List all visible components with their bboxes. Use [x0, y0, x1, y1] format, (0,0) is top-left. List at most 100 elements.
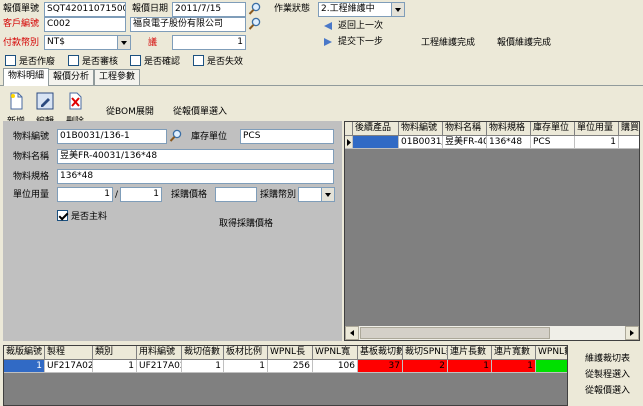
column-header[interactable]: 庫存單位: [531, 122, 575, 136]
checkbox-label: 是否確認: [144, 57, 181, 67]
status-label: 作業狀態: [274, 4, 311, 14]
back-link[interactable]: 返回上一次: [338, 20, 383, 32]
material-no-field[interactable]: 01B0031/136-1: [57, 129, 167, 144]
table-cell[interactable]: 256: [268, 360, 313, 373]
scroll-left-button[interactable]: [345, 326, 359, 340]
from-quote-link[interactable]: 從報價選入: [585, 383, 630, 396]
tab-engineering-params[interactable]: 工程參數: [94, 69, 141, 85]
tab-quote-analysis[interactable]: 報價分析: [48, 69, 95, 85]
edit-icon: [36, 92, 54, 110]
table-cell[interactable]: 136*48: [487, 136, 531, 149]
case-field[interactable]: 1: [172, 35, 246, 50]
column-header[interactable]: WPNL寬: [313, 346, 358, 360]
table-cell[interactable]: 1: [4, 360, 45, 373]
delete-icon: [69, 92, 82, 110]
purchase-price-field[interactable]: [215, 187, 257, 202]
customer-name-field[interactable]: 福良電子股份有限公司: [130, 17, 246, 32]
table-cell[interactable]: UF217A024: [45, 360, 93, 373]
table-cell[interactable]: 1: [93, 360, 137, 373]
purchase-currency-label: 採購幣別: [260, 190, 297, 200]
void-checkbox[interactable]: 是否作廢: [5, 54, 55, 67]
checkbox-box[interactable]: [57, 210, 68, 221]
column-header[interactable]: 裁切倍數: [182, 346, 224, 360]
table-cell[interactable]: [619, 136, 639, 149]
expired-checkbox[interactable]: 是否失效: [193, 54, 243, 67]
table-cell[interactable]: 37: [358, 360, 403, 373]
submit-link[interactable]: 提交下一步: [338, 36, 383, 48]
purchase-currency-dropdown-icon[interactable]: [321, 187, 335, 202]
table-cell[interactable]: 1: [224, 360, 268, 373]
scroll-thumb[interactable]: [360, 327, 550, 339]
cutting-grid[interactable]: 裁版編號 製程 類別 用料編號 裁切倍數 板材比例 WPNL長 WPNL寬 基板…: [3, 345, 568, 406]
column-header[interactable]: 裁切SPNL數: [403, 346, 448, 360]
currency-select[interactable]: NT$: [44, 35, 118, 50]
confirm-checkbox[interactable]: 是否確認: [130, 54, 180, 67]
column-header[interactable]: 基板裁切數: [358, 346, 403, 360]
bom-expand-link[interactable]: 從BOM展開: [106, 104, 154, 117]
stock-unit-field[interactable]: PCS: [240, 129, 334, 144]
table-cell[interactable]: 106: [313, 360, 358, 373]
column-header[interactable]: 製程: [45, 346, 93, 360]
table-cell[interactable]: UF217A024: [137, 360, 182, 373]
table-cell[interactable]: 1: [448, 360, 492, 373]
tab-material-detail[interactable]: 物料明細: [3, 68, 50, 86]
column-header[interactable]: 板材比例: [224, 346, 268, 360]
checkbox-box[interactable]: [130, 55, 141, 66]
column-header[interactable]: 裁版編號: [4, 346, 45, 360]
quote-no-field[interactable]: SQT420110715001: [44, 2, 126, 17]
column-header[interactable]: 後續產品: [353, 122, 399, 136]
column-header[interactable]: 購買: [619, 122, 639, 136]
column-header[interactable]: 連片寬數: [492, 346, 536, 360]
quote-no-label: 報價單號: [3, 4, 40, 14]
scroll-right-button[interactable]: [625, 326, 639, 340]
quote-select-link[interactable]: 從報價單選入: [173, 104, 227, 117]
material-name-label: 物料名稱: [13, 152, 50, 162]
currency-dropdown-icon[interactable]: [117, 35, 131, 50]
material-grid[interactable]: 後續產品 物料編號 物料名稱 物料規格 庫存單位 單位用量 購買 01B0031…: [344, 121, 640, 341]
search-icon[interactable]: [248, 17, 262, 31]
row-indicator[interactable]: [345, 136, 353, 149]
table-cell[interactable]: [536, 360, 567, 373]
column-header[interactable]: WPNL數: [536, 346, 567, 360]
column-header[interactable]: 類別: [93, 346, 137, 360]
table-cell[interactable]: 01B0031/13: [399, 136, 443, 149]
table-cell[interactable]: 2: [403, 360, 448, 373]
search-icon[interactable]: [169, 129, 183, 143]
checkbox-box[interactable]: [5, 55, 16, 66]
table-cell[interactable]: 1: [575, 136, 619, 149]
column-header[interactable]: 連片長數: [448, 346, 492, 360]
material-name-field[interactable]: 昱美FR-40031/136*48: [57, 149, 334, 164]
table-cell[interactable]: 1: [182, 360, 224, 373]
main-material-checkbox[interactable]: 是否主料: [57, 209, 107, 222]
search-icon[interactable]: [248, 2, 262, 16]
column-header[interactable]: 用料編號: [137, 346, 182, 360]
arrow-right-icon[interactable]: [323, 37, 333, 47]
status-select[interactable]: 2.工程維護中: [318, 2, 392, 17]
column-header[interactable]: WPNL長: [268, 346, 313, 360]
column-header[interactable]: 物料名稱: [443, 122, 487, 136]
table-cell[interactable]: 昱美FR-400: [443, 136, 487, 149]
column-header[interactable]: 單位用量: [575, 122, 619, 136]
quote-done-link[interactable]: 報價維護完成: [497, 37, 551, 49]
get-purchase-price-link[interactable]: 取得採購價格: [219, 216, 273, 229]
unit-usage-numerator[interactable]: 1: [57, 187, 113, 202]
table-cell[interactable]: [353, 136, 399, 149]
eng-done-link[interactable]: 工程維護完成: [421, 37, 475, 49]
purchase-currency-select[interactable]: [298, 187, 322, 202]
review-checkbox[interactable]: 是否審核: [68, 54, 118, 67]
checkbox-box[interactable]: [193, 55, 204, 66]
maintain-cut-table-link[interactable]: 維護裁切表: [585, 351, 630, 364]
checkbox-box[interactable]: [68, 55, 79, 66]
quote-date-field[interactable]: 2011/7/15: [172, 2, 246, 17]
customer-code-field[interactable]: C002: [44, 17, 126, 32]
arrow-left-icon[interactable]: [323, 21, 333, 31]
unit-usage-denominator[interactable]: 1: [120, 187, 162, 202]
material-spec-field[interactable]: 136*48: [57, 169, 334, 184]
table-cell[interactable]: 1: [492, 360, 536, 373]
material-spec-label: 物料規格: [13, 172, 50, 182]
status-dropdown-icon[interactable]: [391, 2, 405, 17]
table-cell[interactable]: PCS: [531, 136, 575, 149]
column-header[interactable]: 物料規格: [487, 122, 531, 136]
column-header[interactable]: 物料編號: [399, 122, 443, 136]
from-process-link[interactable]: 從製程選入: [585, 367, 630, 380]
